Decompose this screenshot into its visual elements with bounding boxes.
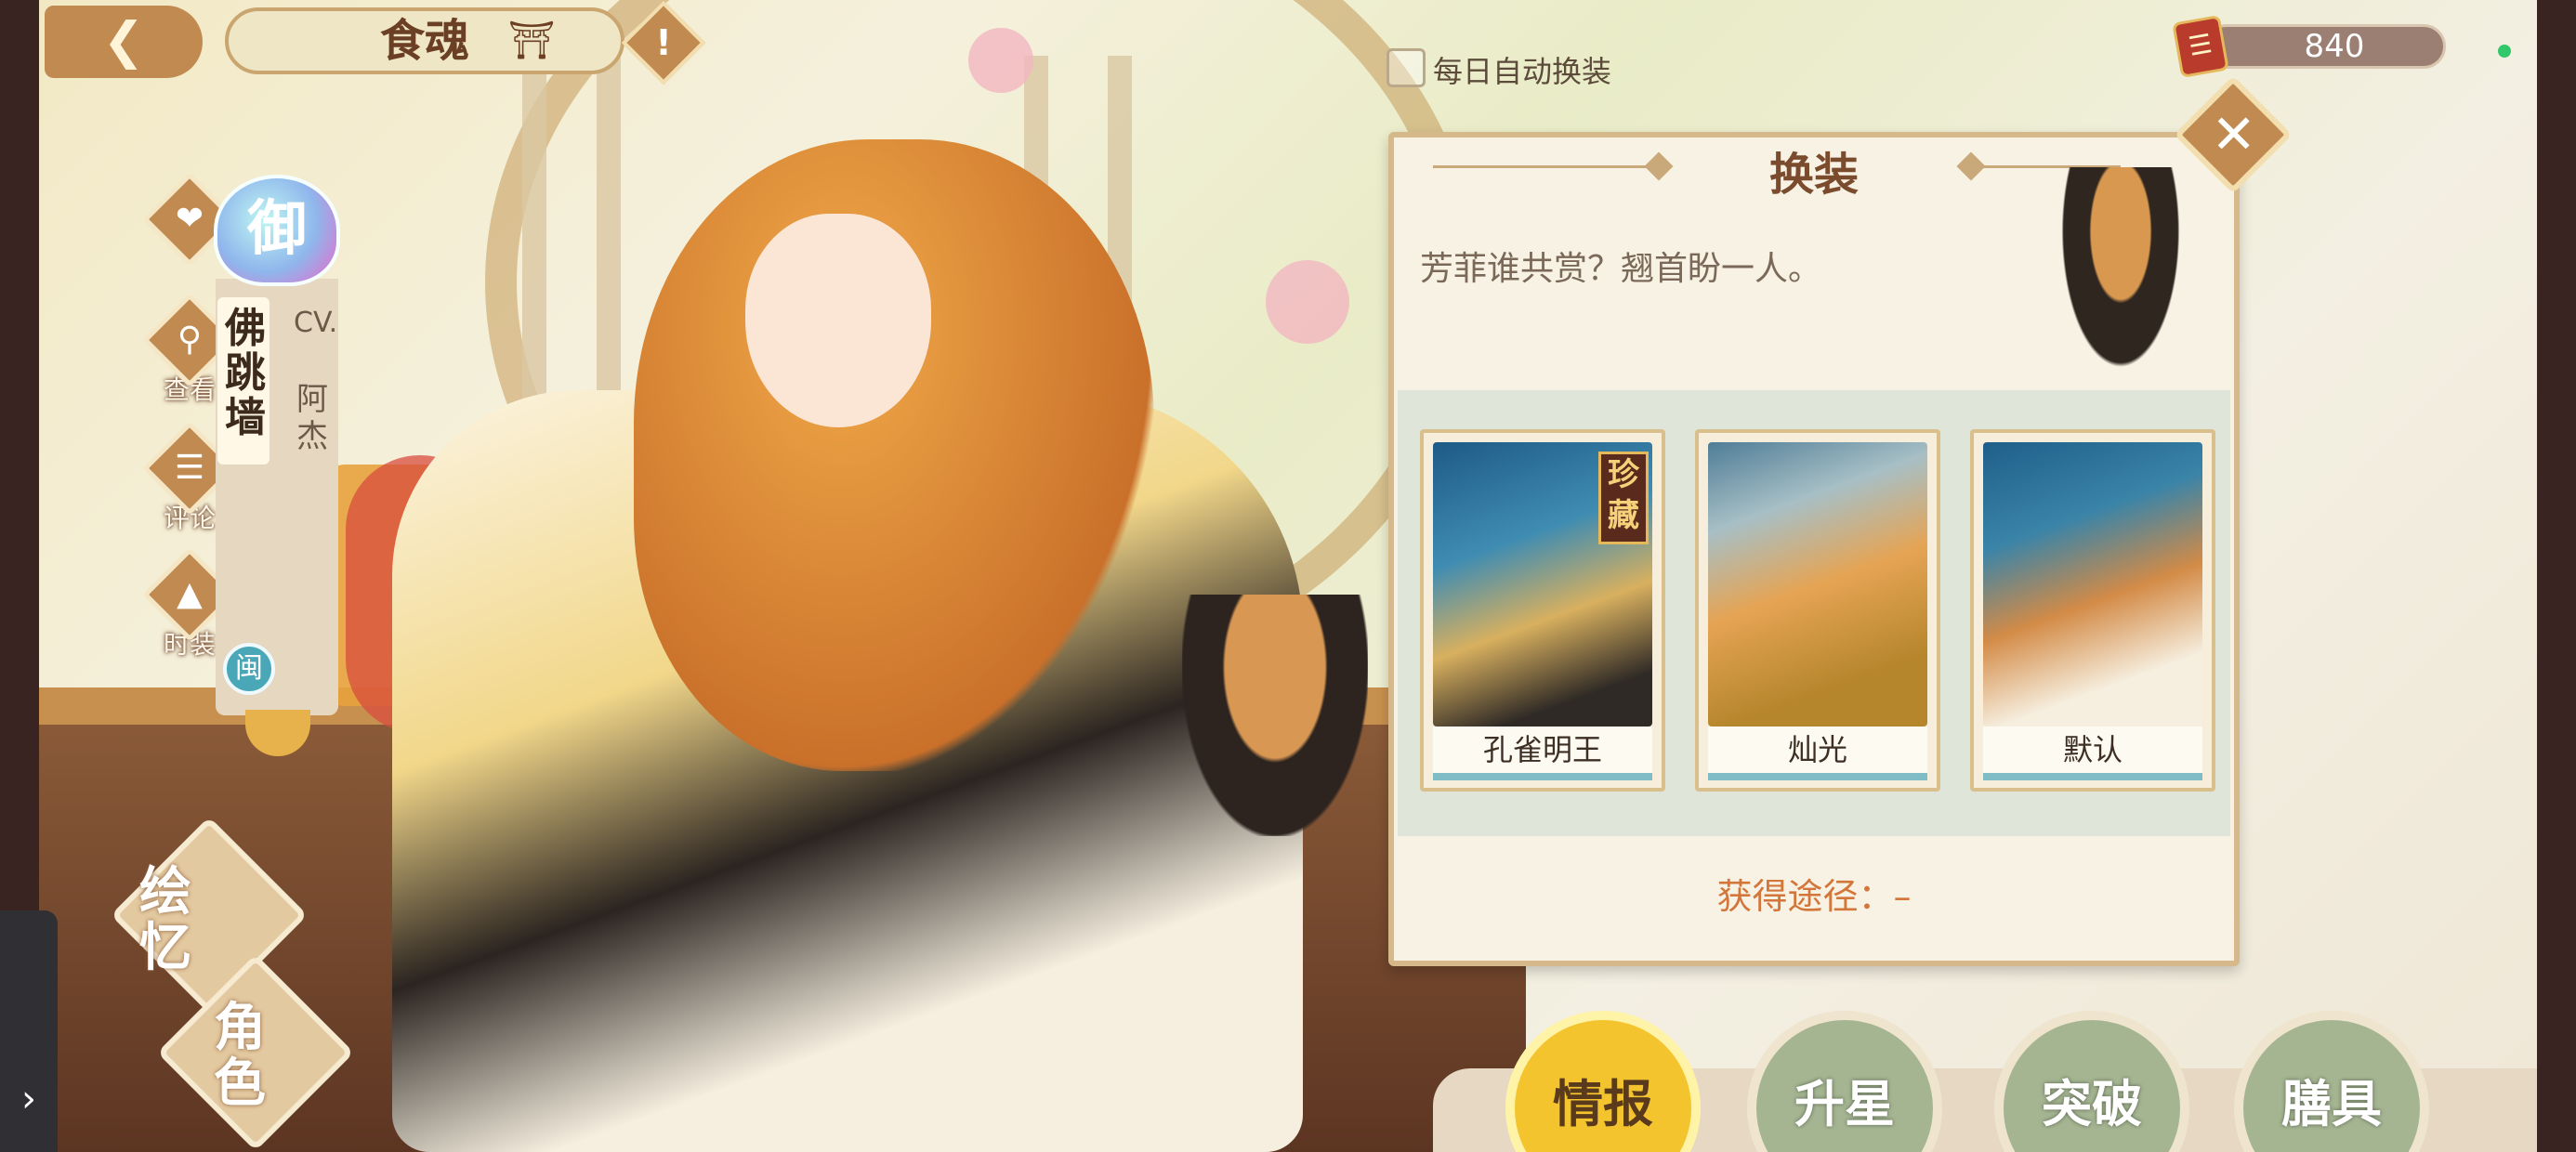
treasure-tag: 珍藏 xyxy=(1598,452,1649,544)
skin-art xyxy=(1708,442,1927,727)
skin-name: 孔雀明王 xyxy=(1433,727,1652,780)
game-scene: ❮ 食魂 ⛩ ! 每日自动换装 ☰ 840 ❤ ⚲ 查看 ☰ 评论 ▲ 时装 御… xyxy=(39,0,2537,1152)
tab-breakthrough-label: 突破 xyxy=(2042,1074,2142,1133)
exclamation-icon: ! xyxy=(655,22,672,63)
top-bar: ❮ 食魂 ⛩ ! xyxy=(39,0,745,85)
currency-value: 840 xyxy=(2304,28,2365,65)
tab-star-up[interactable]: 升星 xyxy=(1747,1011,1942,1152)
character-quote: 芳菲谁共赏？翘首盼一人。 xyxy=(1420,250,1822,288)
title-divider xyxy=(1433,165,1656,168)
obtain-method: 获得途径：– xyxy=(1398,845,2230,948)
skin-name: 默认 xyxy=(1983,727,2202,780)
panel-chibi xyxy=(2056,167,2186,381)
pavilion-icon[interactable]: ⛩ xyxy=(504,15,559,67)
page-title: 食魂 xyxy=(225,7,624,74)
back-button[interactable]: ❮ xyxy=(45,6,203,78)
magnifier-icon: ⚲ xyxy=(177,321,203,359)
tab-utensils-label: 膳具 xyxy=(2281,1074,2382,1133)
rarity-badge: 御 xyxy=(214,175,340,286)
memory-label: 绘忆 xyxy=(139,861,191,978)
blossom xyxy=(1266,260,1349,344)
book-icon: ☰ xyxy=(2172,14,2229,79)
cv-label: CV. xyxy=(294,307,338,339)
tab-utensils[interactable]: 膳具 xyxy=(2234,1011,2429,1152)
skin-card[interactable]: 灿光 xyxy=(1695,429,1940,792)
hanger-icon: ▲ xyxy=(177,575,203,613)
role-label: 角色 xyxy=(214,997,266,1114)
obtain-label: 获得途径： xyxy=(1716,876,1894,917)
obtain-value: – xyxy=(1893,876,1912,917)
back-arrow-icon: ❮ xyxy=(102,11,145,70)
tab-info[interactable]: 情报 xyxy=(1505,1011,1701,1152)
close-icon: ✕ xyxy=(2211,102,2257,166)
skin-art xyxy=(1983,442,2202,727)
tab-star-up-label: 升星 xyxy=(1794,1074,1895,1133)
skin-card[interactable]: 默认 xyxy=(1970,429,2215,792)
page-title-text: 食魂 xyxy=(379,15,469,67)
blossom xyxy=(968,28,1033,93)
status-dot xyxy=(2498,45,2511,58)
side-drawer-handle[interactable]: › xyxy=(0,910,58,1152)
region-badge: 闽 xyxy=(223,643,275,695)
chevron-right-icon: › xyxy=(21,1078,36,1120)
auto-outfit-label[interactable]: 每日自动换装 xyxy=(1433,48,1611,91)
character-face[interactable] xyxy=(745,214,931,427)
comment-icon: ☰ xyxy=(174,449,205,487)
tab-breakthrough[interactable]: 突破 xyxy=(1994,1011,2189,1152)
panel-title: 换装 xyxy=(1768,149,1859,201)
character-name: 佛跳墙 xyxy=(225,305,266,441)
alert-button[interactable]: ! xyxy=(621,0,706,85)
skin-name: 灿光 xyxy=(1708,727,1927,780)
cv-name: 阿杰 xyxy=(296,381,328,455)
tab-info-label: 情报 xyxy=(1553,1074,1653,1133)
auto-outfit-checkbox[interactable] xyxy=(1387,48,1426,87)
chibi-doll xyxy=(1182,595,1368,836)
heart-icon: ❤ xyxy=(175,200,204,238)
